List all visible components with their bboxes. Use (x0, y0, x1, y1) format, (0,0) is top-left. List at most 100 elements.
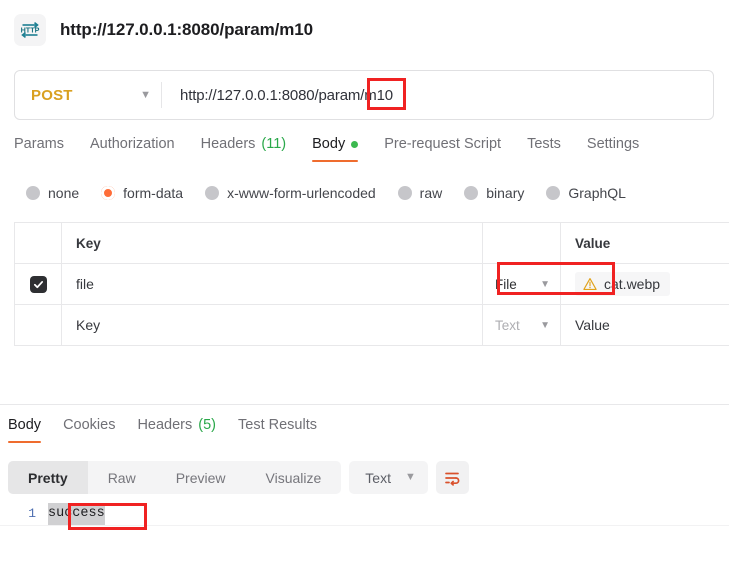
row-key-cell[interactable]: file (62, 264, 483, 304)
response-view-toolbar: Pretty Raw Preview Visualize Text ▼ (8, 461, 469, 494)
tab-body-label: Body (312, 136, 346, 152)
response-tab-test-results-label: Test Results (238, 417, 317, 433)
tab-settings-label: Settings (586, 136, 640, 152)
response-tab-cookies[interactable]: Cookies (63, 417, 115, 443)
view-raw-button[interactable]: Raw (88, 461, 156, 494)
tab-headers[interactable]: Headers (11) (201, 136, 287, 162)
response-body-text: success (48, 503, 105, 525)
tab-pre-request-script[interactable]: Pre-request Script (384, 136, 501, 162)
view-preview-button[interactable]: Preview (156, 461, 246, 494)
code-line: 1 success (0, 503, 729, 526)
http-method-label: POST (31, 86, 73, 104)
response-body-code[interactable]: 1 success (0, 503, 729, 577)
body-type-binary-label: binary (486, 185, 525, 201)
response-tab-body[interactable]: Body (8, 417, 42, 443)
view-pretty-button[interactable]: Pretty (8, 461, 88, 494)
row-key-value: file (76, 276, 94, 292)
form-data-table: Key Value file File ▼ cat.webp Key Text … (14, 222, 729, 346)
svg-text:HTTP: HTTP (21, 26, 40, 35)
chevron-down-icon: ▼ (540, 319, 550, 331)
header-cell-checkbox (15, 223, 62, 263)
table-row: Key Text ▼ Value (15, 305, 729, 346)
view-pretty-label: Pretty (28, 469, 68, 486)
body-type-form-data-label: form-data (123, 185, 184, 201)
chevron-down-icon: ▼ (140, 88, 151, 101)
radio-icon (205, 186, 220, 200)
header-cell-value: Value (561, 223, 729, 263)
tab-params[interactable]: Params (14, 136, 64, 162)
radio-icon (397, 186, 412, 200)
row-type-select[interactable]: File ▼ (483, 264, 561, 304)
row-value-cell[interactable]: Value (561, 305, 729, 345)
tab-params-label: Params (14, 136, 64, 152)
request-response-divider (0, 404, 729, 405)
response-tab-test-results[interactable]: Test Results (238, 417, 317, 443)
response-tab-headers[interactable]: Headers (5) (137, 417, 216, 443)
header-value-label: Value (575, 235, 611, 251)
file-name-label: cat.webp (604, 276, 661, 292)
http-protocol-icon: HTTP (14, 14, 46, 46)
http-method-select[interactable]: POST ▼ (15, 71, 161, 119)
response-tab-headers-label: Headers (137, 417, 193, 433)
response-tab-body-label: Body (8, 417, 42, 433)
response-view-segmented-control: Pretty Raw Preview Visualize (8, 461, 342, 494)
chevron-down-icon: ▼ (540, 278, 550, 290)
row-key-cell[interactable]: Key (62, 305, 483, 345)
body-type-graphql[interactable]: GraphQL (546, 185, 626, 201)
body-type-graphql-label: GraphQL (568, 185, 626, 201)
tab-tests[interactable]: Tests (527, 136, 561, 162)
table-header-row: Key Value (15, 223, 729, 264)
url-bar: POST ▼ http://127.0.0.1:8080/param/m10 (14, 70, 714, 120)
tab-body[interactable]: Body (312, 136, 359, 162)
file-value-chip[interactable]: cat.webp (575, 272, 671, 296)
tab-settings[interactable]: Settings (587, 136, 639, 162)
response-format-label: Text (365, 469, 391, 486)
body-type-form-data[interactable]: form-data (101, 185, 183, 201)
header-cell-key: Key (62, 223, 483, 263)
view-preview-label: Preview (175, 469, 226, 486)
row-value-cell[interactable]: cat.webp (561, 264, 729, 304)
view-visualize-button[interactable]: Visualize (246, 461, 342, 494)
table-row: file File ▼ cat.webp (15, 264, 729, 305)
header-cell-type (483, 223, 561, 263)
radio-icon (26, 186, 40, 200)
wrap-text-button[interactable] (435, 461, 469, 494)
row-checkbox-cell[interactable] (15, 264, 62, 304)
body-modified-dot-icon (351, 140, 359, 148)
body-type-raw[interactable]: raw (397, 185, 443, 201)
body-type-urlencoded-label: x-www-form-urlencoded (227, 185, 376, 201)
view-visualize-label: Visualize (265, 469, 322, 486)
response-format-select[interactable]: Text ▼ (349, 461, 428, 494)
body-type-binary[interactable]: binary (464, 185, 524, 201)
url-input[interactable]: http://127.0.0.1:8080/param/m10 (162, 87, 713, 104)
tab-tests-label: Tests (527, 136, 561, 152)
row-key-placeholder: Key (76, 317, 101, 333)
view-raw-label: Raw (107, 469, 136, 486)
row-type-label: Text (495, 317, 520, 333)
response-tab-cookies-label: Cookies (63, 417, 116, 433)
body-type-radio-group: none form-data x-www-form-urlencoded raw… (26, 185, 640, 201)
body-type-none[interactable]: none (26, 185, 79, 201)
row-type-select[interactable]: Text ▼ (483, 305, 561, 345)
response-tab-headers-count: (5) (198, 417, 216, 433)
wrap-text-icon (445, 472, 460, 486)
radio-icon (546, 186, 561, 200)
response-tabs: Body Cookies Headers (5) Test Results (8, 417, 317, 443)
tab-headers-label: Headers (200, 136, 256, 152)
page-title: http://127.0.0.1:8080/param/m10 (60, 20, 313, 39)
radio-selected-icon (101, 186, 116, 200)
tab-headers-count: (11) (261, 136, 287, 152)
tab-pre-request-script-label: Pre-request Script (384, 136, 502, 152)
header-key-label: Key (76, 235, 101, 251)
row-value-placeholder: Value (575, 317, 610, 333)
radio-icon (464, 186, 479, 200)
body-type-raw-label: raw (419, 185, 443, 201)
chevron-down-icon: ▼ (404, 471, 416, 483)
body-type-urlencoded[interactable]: x-www-form-urlencoded (205, 185, 376, 201)
tab-authorization-label: Authorization (89, 136, 175, 152)
request-tabs: Params Authorization Headers (11) Body P… (14, 136, 714, 162)
checkbox-checked-icon[interactable] (29, 275, 47, 293)
row-checkbox-cell[interactable] (15, 305, 62, 345)
request-title-row: HTTP http://127.0.0.1:8080/param/m10 (0, 0, 729, 46)
tab-authorization[interactable]: Authorization (90, 136, 175, 162)
